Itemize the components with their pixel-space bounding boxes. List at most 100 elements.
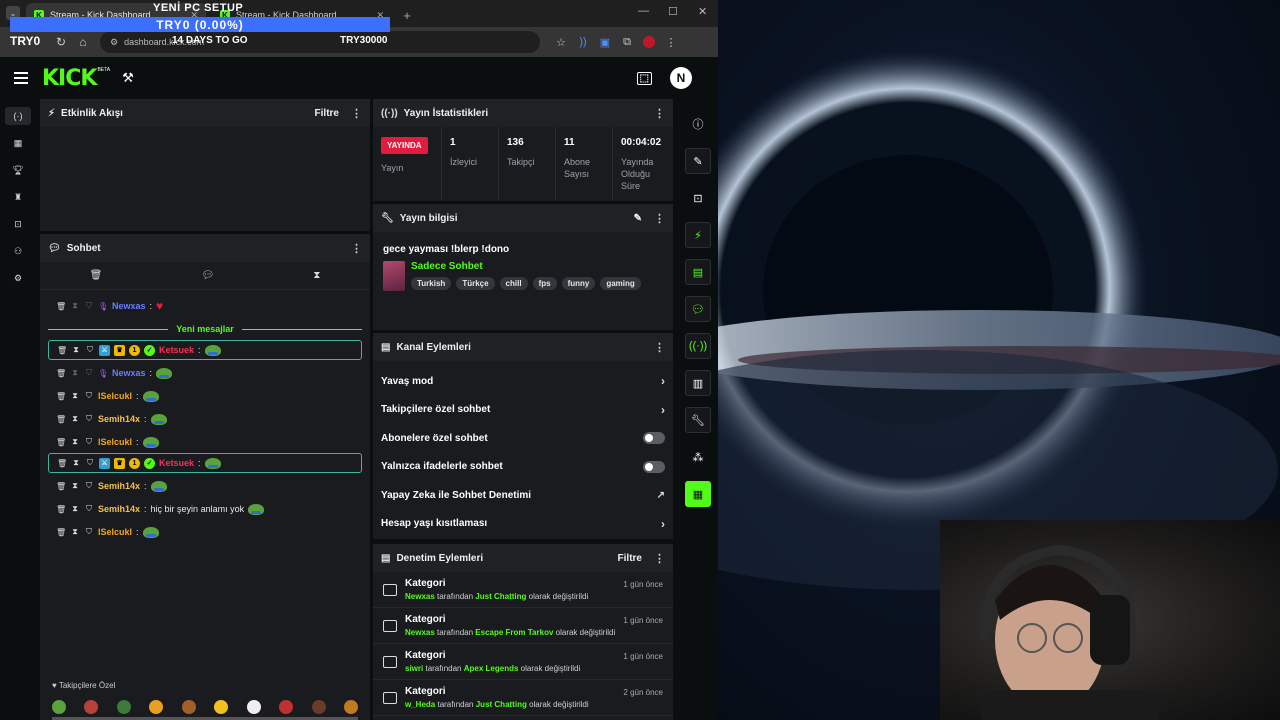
translate-icon[interactable]: ▣ xyxy=(594,31,616,53)
followers-only-item[interactable]: Takipçilere özel sohbet › xyxy=(373,396,673,425)
chat-bubble-icon[interactable]: 💬︎ xyxy=(685,296,711,322)
chat-username[interactable]: lSelcukl xyxy=(98,437,132,447)
trash-icon[interactable]: 🗑︎ xyxy=(56,438,66,447)
emote-button[interactable] xyxy=(149,700,164,714)
reload-icon[interactable]: ↻ xyxy=(50,31,72,53)
trash-icon[interactable]: 🗑︎ xyxy=(56,528,66,537)
ai-moderation-item[interactable]: Yapay Zeka ile Sohbet Denetimi ↗ xyxy=(373,481,673,510)
more-options-icon[interactable]: ⋮ xyxy=(351,107,362,120)
emote-button[interactable] xyxy=(279,700,294,714)
users-nav-icon[interactable]: ⚇ xyxy=(5,242,31,260)
site-info-icon[interactable]: ⚙ xyxy=(110,37,118,48)
hourglass-icon[interactable]: ⧗ xyxy=(70,504,80,514)
emote-button[interactable] xyxy=(246,700,261,714)
shield-icon[interactable]: ⛉ xyxy=(84,527,94,537)
home-icon[interactable]: ⌂ xyxy=(72,31,94,53)
hourglass-icon[interactable]: ⧗ xyxy=(71,345,81,355)
emote-button[interactable] xyxy=(343,700,358,714)
chat-bubble-icon[interactable]: 💬︎ xyxy=(201,270,214,281)
chat-username[interactable]: lSelcukl xyxy=(98,391,132,401)
chat-username[interactable]: Semih14x xyxy=(98,481,140,491)
avatar[interactable]: N xyxy=(670,67,692,89)
shield-icon[interactable]: ⛉ xyxy=(84,391,94,401)
account-age-item[interactable]: Hesap yaşı kısıtlaması › xyxy=(373,510,673,539)
shield-icon[interactable]: ⛉ xyxy=(84,368,94,378)
emote-button[interactable] xyxy=(116,700,131,714)
trash-icon[interactable]: 🗑︎ xyxy=(57,459,67,468)
tag[interactable]: fps xyxy=(532,277,557,290)
trash-icon[interactable]: 🗑︎ xyxy=(90,270,103,281)
chat-username[interactable]: Ketsuek xyxy=(159,458,194,468)
trash-icon[interactable]: 🗑︎ xyxy=(56,482,66,491)
hourglass-icon[interactable]: ⧗ xyxy=(70,301,80,311)
new-tab-button[interactable]: + xyxy=(398,6,416,24)
shield-icon[interactable]: ⛉ xyxy=(84,301,94,311)
hourglass-icon[interactable]: ⧗ xyxy=(70,481,80,491)
broadcast-icon[interactable]: ((·)) xyxy=(685,333,711,359)
shield-icon[interactable]: ⛉ xyxy=(85,345,95,355)
subscribers-only-toggle[interactable] xyxy=(643,432,665,445)
trash-icon[interactable]: 🗑︎ xyxy=(56,369,66,378)
hammer-icon[interactable]: ⚒ xyxy=(122,70,134,86)
chat-username[interactable]: Semih14x xyxy=(98,414,140,424)
community-nav-icon[interactable]: ♜ xyxy=(5,188,31,206)
share-icon[interactable]: ⁂ xyxy=(685,444,711,470)
filter-button[interactable]: Filtre xyxy=(618,553,642,564)
chat-username[interactable]: Semih14x xyxy=(98,504,140,514)
url-field[interactable]: ⚙ dashboard.kick.com xyxy=(100,31,540,53)
hourglass-icon[interactable]: ⧗ xyxy=(70,527,80,537)
chat-username[interactable]: Newxas xyxy=(112,368,146,378)
bot-icon[interactable]: ⊡ xyxy=(685,185,711,211)
hourglass-icon[interactable]: ⧗ xyxy=(71,458,81,468)
analytics-nav-icon[interactable]: ▦ xyxy=(5,134,31,152)
chat-username[interactable]: lSelcukl xyxy=(98,527,132,537)
category-name[interactable]: Sadece Sohbet xyxy=(411,261,641,272)
profile-avatar[interactable] xyxy=(638,31,660,53)
shield-icon[interactable]: ⛉ xyxy=(84,481,94,491)
edit-icon[interactable]: ✎ xyxy=(685,148,711,174)
tag[interactable]: Türkçe xyxy=(456,277,495,290)
more-options-icon[interactable]: ⋮ xyxy=(654,552,665,565)
minimize-button[interactable]: — xyxy=(638,5,649,17)
theater-mode-icon[interactable]: ⬚ xyxy=(636,71,652,85)
bookmark-star-icon[interactable]: ☆ xyxy=(550,31,572,53)
hourglass-icon[interactable]: ⧗ xyxy=(313,270,320,281)
shield-icon[interactable]: ⛉ xyxy=(84,437,94,447)
trash-icon[interactable]: 🗑︎ xyxy=(56,505,66,514)
bot-nav-icon[interactable]: ⊡ xyxy=(5,215,31,233)
emote-button[interactable] xyxy=(52,700,66,714)
slow-mode-item[interactable]: Yavaş mod › xyxy=(373,367,673,396)
trophy-nav-icon[interactable]: 🏆︎ xyxy=(5,161,31,179)
filter-button[interactable]: Filtre xyxy=(315,108,339,119)
tag[interactable]: funny xyxy=(561,277,596,290)
tag[interactable]: gaming xyxy=(600,277,641,290)
hourglass-icon[interactable]: ⧗ xyxy=(70,437,80,447)
settings-nav-icon[interactable]: ⚙ xyxy=(5,269,31,287)
more-options-icon[interactable]: ⋮ xyxy=(654,341,665,354)
emote-button[interactable] xyxy=(84,700,99,714)
tag[interactable]: chill xyxy=(499,277,528,290)
more-options-icon[interactable]: ⋮ xyxy=(351,242,362,255)
emote-button[interactable] xyxy=(311,700,326,714)
layout-icon[interactable]: ▥ xyxy=(685,370,711,396)
maximize-button[interactable]: ☐ xyxy=(668,5,678,18)
kick-logo[interactable]: KICK xyxy=(42,66,97,91)
more-options-icon[interactable]: ⋮ xyxy=(654,212,665,225)
shield-icon[interactable]: ⛉ xyxy=(84,504,94,514)
menu-icon[interactable] xyxy=(14,72,28,84)
chat-username[interactable]: Newxas xyxy=(112,301,146,311)
hourglass-icon[interactable]: ⧗ xyxy=(70,368,80,378)
emote-only-toggle[interactable] xyxy=(643,460,665,473)
shield-icon[interactable]: ⛉ xyxy=(84,414,94,424)
shield-icon[interactable]: ⛉ xyxy=(85,458,95,468)
trash-icon[interactable]: 🗑︎ xyxy=(57,346,67,355)
emote-button[interactable] xyxy=(181,700,196,714)
tag[interactable]: Turkish xyxy=(411,277,452,290)
trash-icon[interactable]: 🗑︎ xyxy=(56,392,66,401)
chat-username[interactable]: Ketsuek xyxy=(159,345,194,355)
browser-menu-icon[interactable]: ⋮ xyxy=(660,31,682,53)
extension-audio-icon[interactable]: )) xyxy=(572,31,594,53)
trash-icon[interactable]: 🗑︎ xyxy=(56,302,66,311)
add-widget-icon[interactable]: ▦ xyxy=(685,481,711,507)
extensions-icon[interactable]: ⧉ xyxy=(616,31,638,53)
